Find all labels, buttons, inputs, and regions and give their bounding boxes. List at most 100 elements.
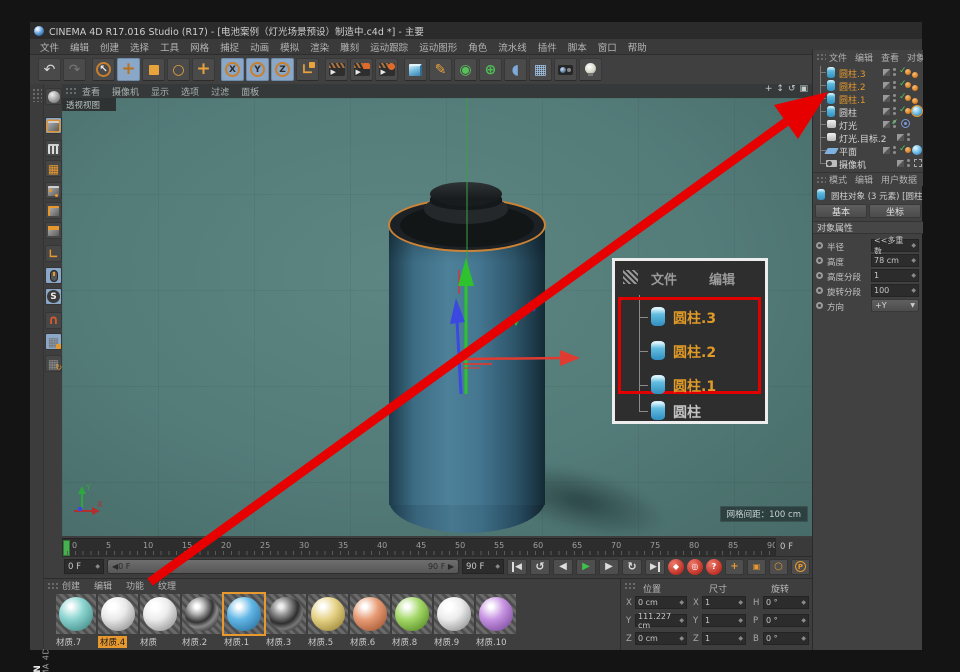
scale-tool-button[interactable] (142, 58, 165, 81)
vp-menu-panel[interactable]: 面板 (241, 85, 259, 98)
menu-plugins[interactable]: 插件 (538, 40, 557, 54)
phong-tag[interactable] (905, 95, 911, 101)
primitive-cube-button[interactable] (404, 58, 427, 81)
menu-pipeline[interactable]: 流水线 (498, 40, 527, 54)
rot-b-field[interactable]: 0 °◆ (763, 632, 809, 645)
object-row-plane[interactable]: 平面 ✓ (813, 144, 923, 157)
menu-character[interactable]: 角色 (468, 40, 487, 54)
vp-menu-display[interactable]: 显示 (151, 85, 169, 98)
lock-z-axis-button[interactable]: Z (271, 58, 294, 81)
vp-menu-view[interactable]: 查看 (82, 85, 100, 98)
loop-button[interactable]: ↻ (622, 559, 642, 575)
om-menu-file[interactable]: 文件 (829, 51, 847, 64)
environment-button[interactable]: ◖ (504, 58, 527, 81)
undo-button[interactable]: ↶ (38, 58, 61, 81)
layer-tag[interactable] (897, 160, 904, 167)
magnet-snap-button[interactable]: ∩ (45, 312, 62, 329)
last-tool-button[interactable]: + (192, 58, 215, 81)
mat-menu-function[interactable]: 功能 (126, 579, 144, 592)
render-view-button[interactable]: ▶ (325, 58, 348, 81)
pos-z-field[interactable]: 0 cm◆ (635, 632, 687, 645)
om-grip[interactable] (816, 53, 826, 62)
material-thumb[interactable] (392, 594, 432, 634)
menu-simulate[interactable]: 模拟 (280, 40, 299, 54)
menu-script[interactable]: 脚本 (568, 40, 587, 54)
material-tag[interactable] (912, 145, 922, 155)
goto-start-button[interactable]: ◀ (507, 559, 527, 575)
object-row-cylinder1[interactable]: 圆柱.1 ✓ (813, 92, 923, 105)
keyframe-ring-icon[interactable] (816, 242, 823, 249)
light-button[interactable] (579, 58, 602, 81)
menu-help[interactable]: 帮助 (628, 40, 647, 54)
render-picture-viewer-button[interactable]: ▶ (350, 58, 373, 81)
am-menu-mode[interactable]: 模式 (829, 173, 847, 186)
material-label[interactable]: 材质.1 (224, 636, 249, 648)
lock-y-axis-button[interactable]: Y (246, 58, 269, 81)
material-thumb[interactable] (56, 594, 96, 634)
rot-p-field[interactable]: 0 °◆ (763, 614, 809, 627)
mat-menu-create[interactable]: 创建 (62, 579, 80, 592)
am-grip[interactable] (816, 176, 826, 185)
menu-window[interactable]: 窗口 (598, 40, 617, 54)
height-field[interactable]: 78 cm◆ (871, 254, 919, 267)
material-label[interactable]: 材质.8 (392, 636, 417, 648)
menu-motion-tracker[interactable]: 运动跟踪 (370, 40, 408, 54)
menu-file[interactable]: 文件 (40, 40, 59, 54)
visibility-dots[interactable] (893, 81, 896, 84)
vp-menu-filter[interactable]: 过滤 (211, 85, 229, 98)
material-label[interactable]: 材质.5 (308, 636, 333, 648)
enable-axis-button[interactable]: ∟ (45, 245, 62, 262)
points-mode-button[interactable] (45, 182, 62, 199)
viewport-solo-button[interactable] (45, 267, 62, 284)
vp-menu-camera[interactable]: 摄像机 (112, 85, 139, 98)
rotation-segments-field[interactable]: 100◆ (871, 284, 919, 297)
tab-basic[interactable]: 基本 (815, 204, 867, 218)
enabled-check[interactable]: ✓ (891, 118, 899, 128)
material-thumb[interactable] (350, 594, 390, 634)
size-z-field[interactable]: 1◆ (702, 632, 746, 645)
visibility-dots[interactable] (907, 133, 910, 136)
menu-select[interactable]: 选择 (130, 40, 149, 54)
lock-workplane-button[interactable]: ▦ (45, 333, 62, 350)
redo-button[interactable]: ↷ (63, 58, 86, 81)
viewport-grip[interactable] (65, 87, 76, 96)
visibility-dots[interactable] (893, 107, 896, 110)
material-thumb[interactable] (140, 594, 180, 634)
am-menu-userdata[interactable]: 用户数据 (881, 173, 917, 186)
snap-button[interactable]: S (45, 288, 62, 305)
polygons-mode-button[interactable] (45, 222, 62, 239)
phong-tag[interactable] (905, 82, 911, 88)
convert-object-button[interactable] (45, 88, 62, 105)
object-row-cylinder3[interactable]: 圆柱.3 ✓ (813, 66, 923, 79)
material-thumb[interactable] (308, 594, 348, 634)
key-scale-toggle[interactable]: ▣ (747, 559, 766, 575)
material-tag-selected[interactable] (912, 106, 922, 116)
layer-tag[interactable] (883, 108, 890, 115)
layer-tag[interactable] (883, 95, 890, 102)
phong-tag[interactable] (912, 98, 918, 104)
radius-field[interactable]: <<多重数◆ (871, 239, 919, 252)
menu-tools[interactable]: 工具 (160, 40, 179, 54)
object-row-cylinder2[interactable]: 圆柱.2 ✓ (813, 79, 923, 92)
om-menu-objects[interactable]: 对象 (907, 51, 923, 64)
next-frame-button[interactable]: ▶ (599, 559, 619, 575)
mat-menu-texture[interactable]: 纹理 (158, 579, 176, 592)
menu-sculpt[interactable]: 雕刻 (340, 40, 359, 54)
size-x-field[interactable]: 1◆ (702, 596, 746, 609)
material-label[interactable]: 材质.7 (56, 636, 81, 648)
vp-zoom-icon[interactable]: ↕ (776, 84, 784, 94)
om-menu-edit[interactable]: 编辑 (855, 51, 873, 64)
pos-x-field[interactable]: 0 cm◆ (635, 596, 687, 609)
tab-coordinates[interactable]: 坐标 (869, 204, 921, 218)
am-menu-edit[interactable]: 编辑 (855, 173, 873, 186)
height-segments-field[interactable]: 1◆ (871, 269, 919, 282)
material-label[interactable]: 材质 (140, 636, 157, 648)
render-settings-button[interactable]: ▶ (375, 58, 398, 81)
play-button[interactable]: ▶ (576, 559, 596, 575)
vp-menu-options[interactable]: 选项 (181, 85, 199, 98)
coordinate-system-button[interactable]: ∟ (296, 58, 319, 81)
object-row-light[interactable]: 灯光 ✓ (813, 118, 923, 131)
title-bar[interactable]: CINEMA 4D R17.016 Studio (R17) - [电池案例（灯… (30, 22, 922, 39)
visibility-dots[interactable] (893, 94, 896, 97)
material-thumb[interactable] (476, 594, 516, 634)
